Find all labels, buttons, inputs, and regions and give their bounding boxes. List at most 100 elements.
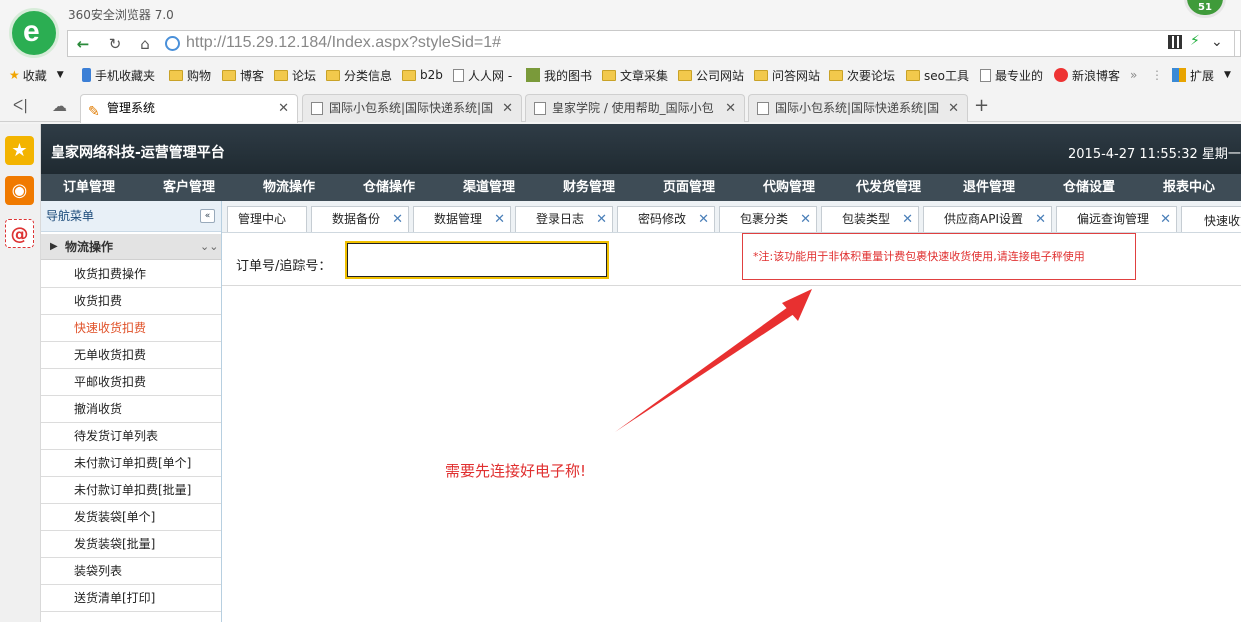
bookmark-minor-forum[interactable]: 次要论坛 xyxy=(829,66,895,84)
nav-item-orders[interactable]: 订单管理 xyxy=(63,174,115,201)
double-chevron-down-icon[interactable]: ⌄⌄ xyxy=(200,234,218,260)
bookmark-label: 购物 xyxy=(187,68,212,83)
close-icon[interactable]: ✕ xyxy=(1160,207,1171,232)
bookmark-qa[interactable]: 问答网站 xyxy=(754,66,820,84)
nav-item-finance[interactable]: 财务管理 xyxy=(563,174,615,201)
tab-quick-receive[interactable]: 快速收货 xyxy=(1181,206,1241,232)
close-icon[interactable]: ✕ xyxy=(1035,207,1046,232)
close-icon[interactable]: ✕ xyxy=(596,207,607,232)
cloud-icon[interactable]: ☁ xyxy=(52,97,67,115)
email-icon[interactable]: @ xyxy=(5,219,34,248)
sidebar-item[interactable]: 装袋列表 xyxy=(41,558,221,585)
close-icon[interactable]: ✕ xyxy=(392,207,403,232)
browser-tab[interactable]: 皇家学院 / 使用帮助_国际小包 ✕ xyxy=(525,94,745,122)
sidebar-item[interactable]: 收货扣费 xyxy=(41,288,221,315)
close-icon[interactable]: ✕ xyxy=(698,207,709,232)
browser-tab[interactable]: 国际小包系统|国际快递系统|国 ✕ xyxy=(748,94,968,122)
current-datetime: 2015-4-27 11:55:32 星期一 xyxy=(1068,147,1241,162)
favorites-star-icon[interactable]: ★ xyxy=(5,136,34,165)
close-icon[interactable]: ✕ xyxy=(800,207,811,232)
browser-tab-active[interactable]: ✎ 管理系统 ✕ xyxy=(80,94,298,123)
sidebar-item-selected[interactable]: 快速收货扣费 xyxy=(41,315,221,342)
bookmark-label: b2b xyxy=(420,68,443,82)
new-tab-button[interactable]: + xyxy=(974,95,989,116)
tab-supplier-api[interactable]: 供应商API设置 ✕ xyxy=(923,206,1052,232)
lightning-icon[interactable]: ⚡ xyxy=(1190,33,1200,49)
sidebar-item[interactable]: 发货装袋[批量] xyxy=(41,531,221,558)
bookmark-shopping[interactable]: 购物 xyxy=(169,66,211,84)
bookmark-sina[interactable]: 新浪博客 xyxy=(1054,66,1120,84)
bookmark-label: seo工具 xyxy=(924,68,969,83)
nav-item-returns[interactable]: 退件管理 xyxy=(963,174,1015,201)
sidebar-toggle-icon[interactable]: ᐸ| xyxy=(13,98,28,114)
refresh-icon[interactable]: ↻ xyxy=(104,34,126,54)
nav-item-channels[interactable]: 渠道管理 xyxy=(463,174,515,201)
nav-item-reports[interactable]: 报表中心 xyxy=(1163,174,1215,201)
bookmark-pro[interactable]: 最专业的 xyxy=(980,66,1043,84)
close-icon[interactable]: ✕ xyxy=(278,95,289,122)
close-icon[interactable]: ✕ xyxy=(494,207,505,232)
bookmark-label: 次要论坛 xyxy=(847,68,896,83)
bookmark-renren[interactable]: 人人网 - xyxy=(453,66,512,84)
nav-item-warehouse-settings[interactable]: 仓储设置 xyxy=(1063,174,1115,201)
bookmark-blog[interactable]: 博客 xyxy=(222,66,264,84)
tab-parcel-category[interactable]: 包裹分类 ✕ xyxy=(719,206,817,232)
url-text[interactable]: http://115.29.12.184/Index.aspx?styleSid… xyxy=(186,34,501,52)
tab-label: 登录日志 xyxy=(536,212,585,226)
collapse-sidebar-button[interactable]: « xyxy=(200,209,215,223)
home-icon[interactable]: ⌂ xyxy=(134,34,156,54)
bookmark-mobile[interactable]: 手机收藏夹 xyxy=(82,66,155,84)
globe-icon xyxy=(165,36,180,51)
bookmark-forum[interactable]: 论坛 xyxy=(274,66,316,84)
bookmark-library[interactable]: 我的图书 xyxy=(526,66,592,84)
sidebar-item[interactable]: 平邮收货扣费 xyxy=(41,369,221,396)
tab-data-management[interactable]: 数据管理 ✕ xyxy=(413,206,511,232)
sidebar-item[interactable]: 收货扣费操作 xyxy=(41,261,221,288)
nav-item-dropship[interactable]: 代发货管理 xyxy=(856,174,921,201)
extensions-button[interactable]: 扩展 ▼ xyxy=(1172,66,1231,84)
sidebar-item[interactable]: 撤消收货 xyxy=(41,396,221,423)
tab-label: 包裹分类 xyxy=(740,212,789,226)
browser-tab[interactable]: 国际小包系统|国际快递系统|国 ✕ xyxy=(302,94,522,122)
nav-item-warehouse-ops[interactable]: 仓储操作 xyxy=(363,174,415,201)
close-icon[interactable]: ✕ xyxy=(948,95,959,122)
weibo-icon[interactable]: ◉ xyxy=(5,176,34,205)
sidebar-item[interactable]: 待发货订单列表 xyxy=(41,423,221,450)
nav-item-customers[interactable]: 客户管理 xyxy=(163,174,215,201)
notification-badge[interactable]: 51 xyxy=(1184,0,1226,18)
close-icon[interactable]: ✕ xyxy=(725,95,736,122)
tab-admin-center[interactable]: 管理中心 xyxy=(227,206,307,232)
bookmark-favorites[interactable]: ★ 收藏 ▼ xyxy=(9,66,64,84)
tab-remote-query[interactable]: 偏远查询管理 ✕ xyxy=(1056,206,1177,232)
back-arrow-icon[interactable]: ← xyxy=(72,34,94,54)
menu-group-logistics[interactable]: ▶ 物流操作 ⌄⌄ xyxy=(41,234,221,260)
browser-tabs: ᐸ| ☁ ✎ 管理系统 ✕ 国际小包系统|国际快递系统|国 ✕ 皇家学院 / 使用帮助… xyxy=(0,92,1241,123)
bookmark-articles[interactable]: 文章采集 xyxy=(602,66,668,84)
sidebar-item[interactable]: 无单收货扣费 xyxy=(41,342,221,369)
address-bar[interactable]: ← ↻ ⌂ http://115.29.12.184/Index.aspx?st… xyxy=(67,30,1241,57)
sidebar-item[interactable]: 送货清单[打印] xyxy=(41,585,221,612)
tab-data-backup[interactable]: 数据备份 ✕ xyxy=(311,206,409,232)
more-bookmarks-icon[interactable]: » xyxy=(1130,66,1137,84)
sidebar-item[interactable]: 未付款订单扣费[批量] xyxy=(41,477,221,504)
tab-package-type[interactable]: 包装类型 ✕ xyxy=(821,206,919,232)
qrcode-icon[interactable] xyxy=(1168,35,1182,49)
browser-logo-icon[interactable]: e xyxy=(9,8,59,58)
nav-item-logistics[interactable]: 物流操作 xyxy=(263,174,315,201)
sidebar-item[interactable]: 未付款订单扣费[单个] xyxy=(41,450,221,477)
nav-item-pages[interactable]: 页面管理 xyxy=(663,174,715,201)
nav-item-purchasing[interactable]: 代购管理 xyxy=(763,174,815,201)
tab-password[interactable]: 密码修改 ✕ xyxy=(617,206,715,232)
library-icon xyxy=(526,68,540,82)
sidebar-menu: 导航菜单 « ▶ 物流操作 ⌄⌄ 收货扣费操作 收货扣费 快速收货扣费 无单收货扣费… xyxy=(41,201,222,622)
tab-login-log[interactable]: 登录日志 ✕ xyxy=(515,206,613,232)
close-icon[interactable]: ✕ xyxy=(502,95,513,122)
sidebar-item[interactable]: 发货装袋[单个] xyxy=(41,504,221,531)
close-icon[interactable]: ✕ xyxy=(902,207,913,232)
bookmark-label: 新浪博客 xyxy=(1072,68,1121,83)
bookmark-seo[interactable]: seo工具 xyxy=(906,66,969,84)
chevron-down-icon[interactable]: ⌄ xyxy=(1211,34,1223,50)
bookmark-classified[interactable]: 分类信息 xyxy=(326,66,392,84)
bookmark-b2b[interactable]: b2b xyxy=(402,66,443,84)
bookmark-company[interactable]: 公司网站 xyxy=(678,66,744,84)
